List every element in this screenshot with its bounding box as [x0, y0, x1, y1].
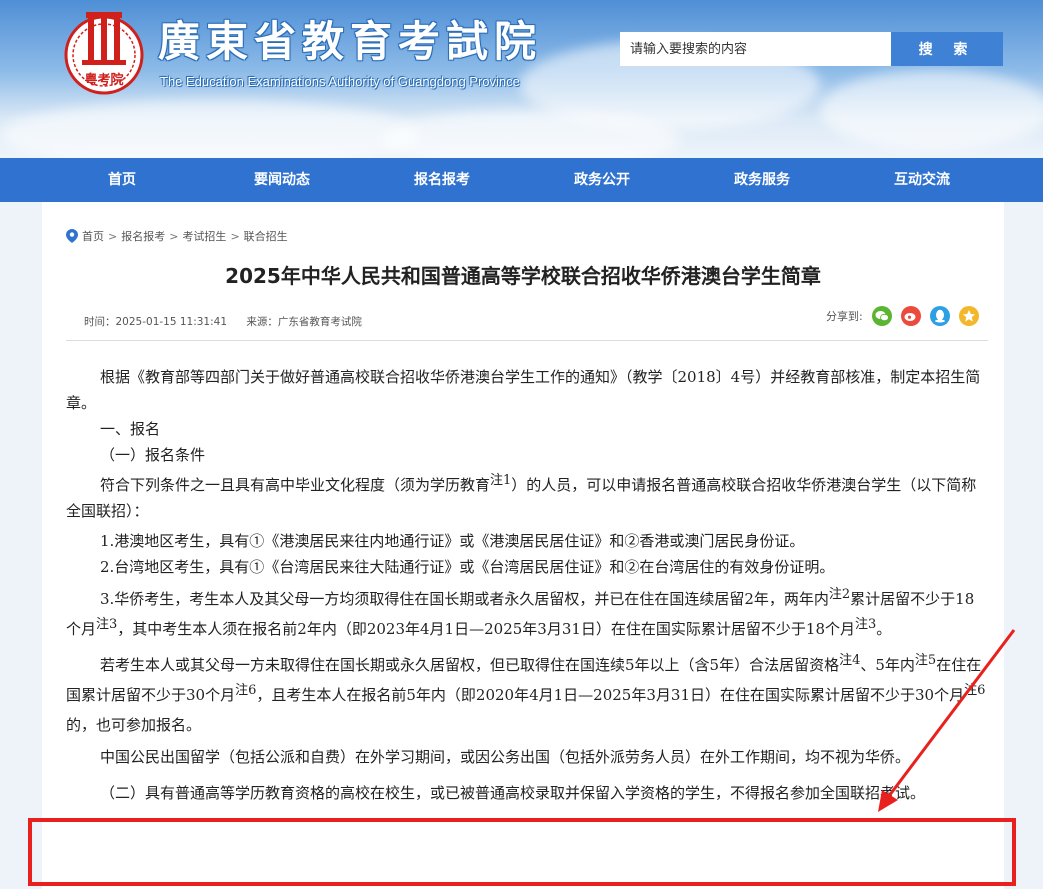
article-meta: 时间：2025-01-15 11:31:41 来源：广东省教育考试院: [84, 314, 378, 329]
list-item: 3.华侨考生，考生本人及其父母一方均须取得住在国长期或者永久居留权，并已在住在国…: [66, 584, 988, 644]
article-source: 来源：广东省教育考试院: [246, 316, 362, 328]
paragraph: 中国公民出国留学（包括公派和自费）在外学习期间，或因公务出国（包括外派劳务人员）…: [100, 748, 911, 766]
breadcrumb-item-exams[interactable]: 考试招生: [182, 228, 226, 244]
footnote-ref[interactable]: 注1: [490, 473, 511, 488]
text: 符合下列条件之一且具有高中毕业文化程度（须为学历教育: [100, 476, 491, 494]
paragraph: 根据《教育部等四部门关于做好普通高校联合招收华侨港澳台学生工作的通知》（教学〔2…: [66, 368, 981, 412]
nav-item-interaction[interactable]: 互动交流: [842, 158, 1002, 202]
share-label: 分享到:: [826, 310, 863, 323]
breadcrumb-separator: >: [108, 229, 118, 243]
text: 若考生本人或其父母一方未取得住在国长期或永久居留权，但已取得住在国连续5年以上（…: [100, 656, 840, 674]
logo-text: 粤考院: [84, 72, 123, 88]
nav-item-news[interactable]: 要闻动态: [202, 158, 362, 202]
share-bar: 分享到:: [826, 306, 979, 326]
article-body: 根据《教育部等四部门关于做好普通高校联合招收华侨港澳台学生工作的通知》（教学〔2…: [66, 364, 988, 806]
footnote-ref[interactable]: 注6: [235, 683, 256, 698]
highlight-rectangle: [28, 818, 1016, 886]
wechat-icon[interactable]: [871, 306, 892, 326]
footnote-ref[interactable]: 注5: [915, 653, 936, 668]
footnote-ref[interactable]: 注2: [829, 587, 850, 602]
breadcrumb-item-registration[interactable]: 报名报考: [121, 228, 165, 244]
text: 3.华侨考生，考生本人及其父母一方均须取得住在国长期或者永久居留权，并已在住在国…: [100, 590, 829, 608]
breadcrumb: 首页 > 报名报考 > 考试招生 > 联合招生: [66, 228, 288, 244]
nav-item-registration[interactable]: 报名报考: [362, 158, 522, 202]
title-divider: [66, 340, 988, 341]
paragraph: 若考生本人或其父母一方未取得住在国长期或永久居留权，但已取得住在国连续5年以上（…: [66, 650, 988, 740]
breadcrumb-item-joint-enrollment[interactable]: 联合招生: [244, 228, 288, 244]
search-input[interactable]: [620, 32, 891, 66]
breadcrumb-item-home[interactable]: 首页: [82, 228, 104, 244]
site-title[interactable]: 廣東省教育考試院: [158, 8, 542, 69]
location-pin-icon: [66, 229, 78, 243]
qzone-icon[interactable]: [958, 306, 979, 326]
qq-icon[interactable]: [929, 306, 950, 326]
footnote-ref[interactable]: 注6: [964, 683, 985, 698]
nav-item-gov-affairs[interactable]: 政务公开: [522, 158, 682, 202]
footnote-ref[interactable]: 注4: [839, 653, 860, 668]
list-item: 2.台湾地区考生，具有①《台湾居民来往大陆通行证》或《台湾居民居住证》和②在台湾…: [100, 558, 835, 576]
paragraph: 符合下列条件之一且具有高中毕业文化程度（须为学历教育注1）的人员，可以申请报名普…: [66, 472, 988, 524]
search-button[interactable]: 搜 索: [891, 32, 1003, 66]
site-header: 粤考院 廣東省教育考試院 The Education Examinations …: [0, 0, 1043, 158]
main-nav: 首页 要闻动态 报名报考 政务公开 政务服务 互动交流: [0, 158, 1043, 202]
weibo-icon[interactable]: [900, 306, 921, 326]
text: 的，也可参加报名。: [66, 716, 202, 734]
text: ，且考生本人在报名前5年内（即2020年4月1日—2025年3月31日）在住在国…: [256, 686, 965, 704]
logo-emblem-icon[interactable]: 粤考院: [62, 8, 146, 98]
text: ，其中考生本人须在报名前2年内（即2023年4月1日—2025年3月31日）在住…: [117, 620, 855, 638]
breadcrumb-separator: >: [230, 229, 240, 243]
section-heading: 一、报名: [100, 420, 161, 438]
site-subtitle: The Education Examinations Authority of …: [160, 74, 520, 89]
highlighted-paragraph: （二）具有普通高等学历教育资格的高校在校生，或已被普通高校录取并保留入学资格的学…: [100, 784, 926, 802]
footnote-ref[interactable]: 注3: [855, 617, 876, 632]
list-item: 1.港澳地区考生，具有①《港澳居民来往内地通行证》或《港澳居民居住证》和②香港或…: [100, 532, 805, 550]
nav-item-home[interactable]: 首页: [42, 158, 202, 202]
footnote-ref[interactable]: 注3: [96, 617, 117, 632]
nav-item-gov-services[interactable]: 政务服务: [682, 158, 842, 202]
text: 。: [876, 620, 892, 638]
text: 、5年内: [860, 656, 915, 674]
breadcrumb-separator: >: [169, 229, 179, 243]
subsection-heading: （一）报名条件: [100, 446, 206, 464]
article-title: 2025年中华人民共和国普通高等学校联合招收华侨港澳台学生简章: [225, 264, 821, 288]
publish-time: 时间：2025-01-15 11:31:41: [84, 316, 228, 328]
